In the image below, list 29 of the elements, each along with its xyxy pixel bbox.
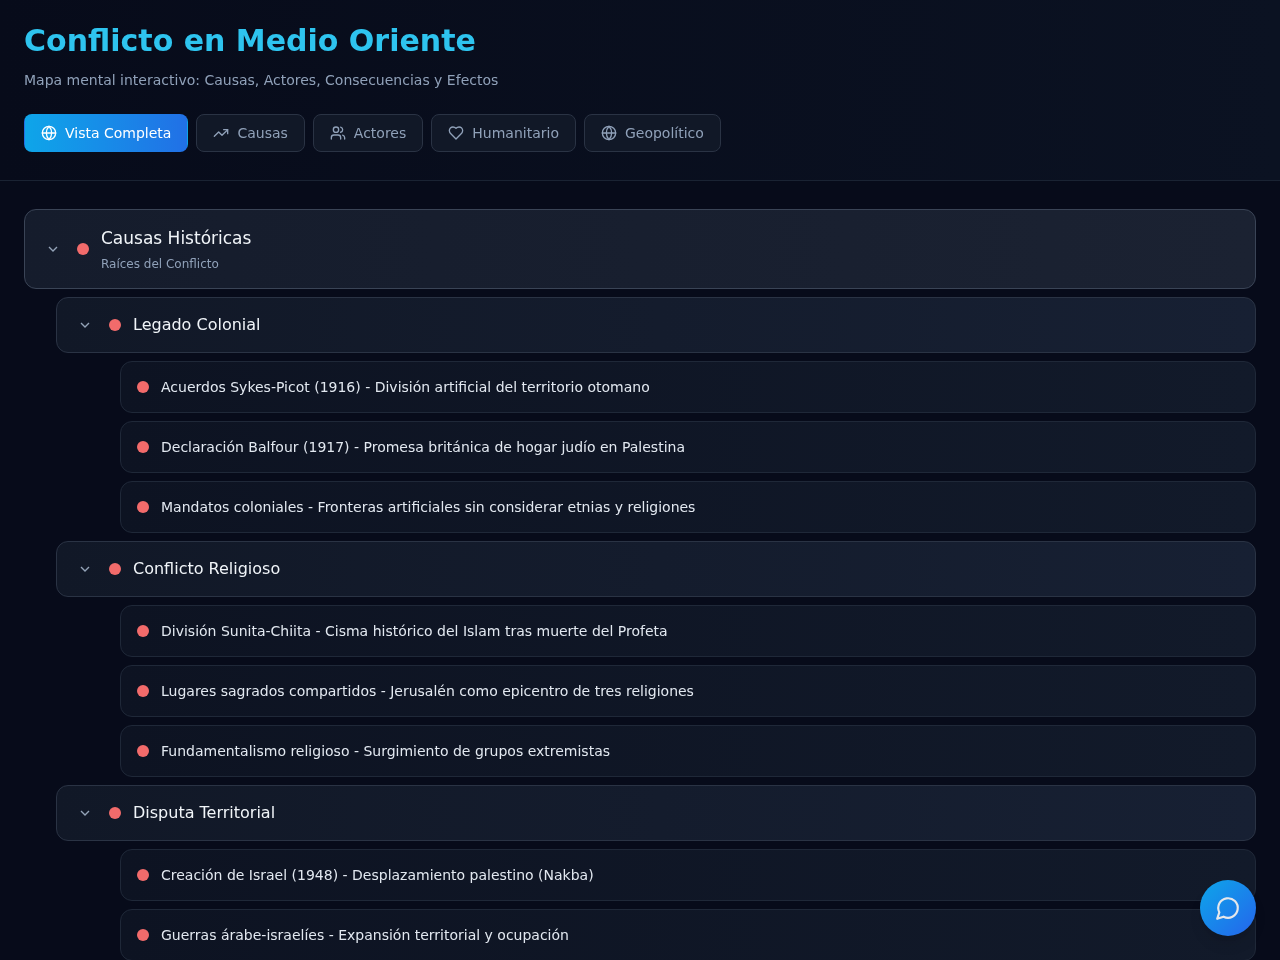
item-text: Declaración Balfour (1917) - Promesa británica de hogar judío en Palestina <box>161 438 685 457</box>
item-text: División Sunita-Chiita - Cisma histórico del Islam tras muerte del Profeta <box>161 622 668 641</box>
heart-icon <box>448 125 465 141</box>
category-title: Causas Históricas <box>101 227 252 251</box>
item-text: Creación de Israel (1948) - Desplazamiento palestino (Nakba) <box>161 866 594 885</box>
category-subtitle: Raíces del Conflicto <box>101 255 220 272</box>
filter-tab[interactable]: Actores <box>312 114 424 152</box>
item-text: Lugares sagrados compartidos - Jerusalén como epicentro de tres religiones <box>161 682 694 701</box>
filter-tab[interactable]: Vista Completa <box>24 114 189 152</box>
item-text: Mandatos coloniales - Fronteras artificiales sin considerar etnias y religiones <box>161 498 696 517</box>
item-text: Guerras árabe-israelíes - Expansión territorial y ocupación <box>161 926 569 945</box>
filter-tab[interactable]: Causas <box>196 114 305 152</box>
subcategory-card[interactable]: Legado Colonial <box>56 297 1256 353</box>
subcategory-title: Disputa Territorial <box>133 802 276 824</box>
chat-icon <box>1215 895 1241 921</box>
users-icon <box>329 125 346 141</box>
subcategory-title: Legado Colonial <box>133 314 261 336</box>
filter-tab[interactable]: Humanitario <box>431 114 576 152</box>
category-card[interactable]: Causas Históricas Raíces del Conflicto <box>24 209 1256 289</box>
subcategory-card[interactable]: Disputa Territorial <box>56 785 1256 841</box>
filter-tab[interactable]: Geopolítico <box>583 114 721 152</box>
item-text: Fundamentalismo religioso - Surgimiento de grupos extremistas <box>161 742 611 761</box>
page-title: Conflicto en Medio Oriente <box>24 24 477 58</box>
globe-icon <box>41 125 57 141</box>
subcategory-card[interactable]: Conflicto Religioso <box>56 541 1256 597</box>
item-text: Acuerdos Sykes-Picot (1916) - División artificial del territorio otomano <box>161 378 650 397</box>
page-subtitle: Mapa mental interactivo: Causas, Actores, Consecuencias y Efectos <box>24 71 500 90</box>
globe-icon <box>600 125 617 141</box>
subcategory-title: Conflicto Religioso <box>133 558 281 580</box>
